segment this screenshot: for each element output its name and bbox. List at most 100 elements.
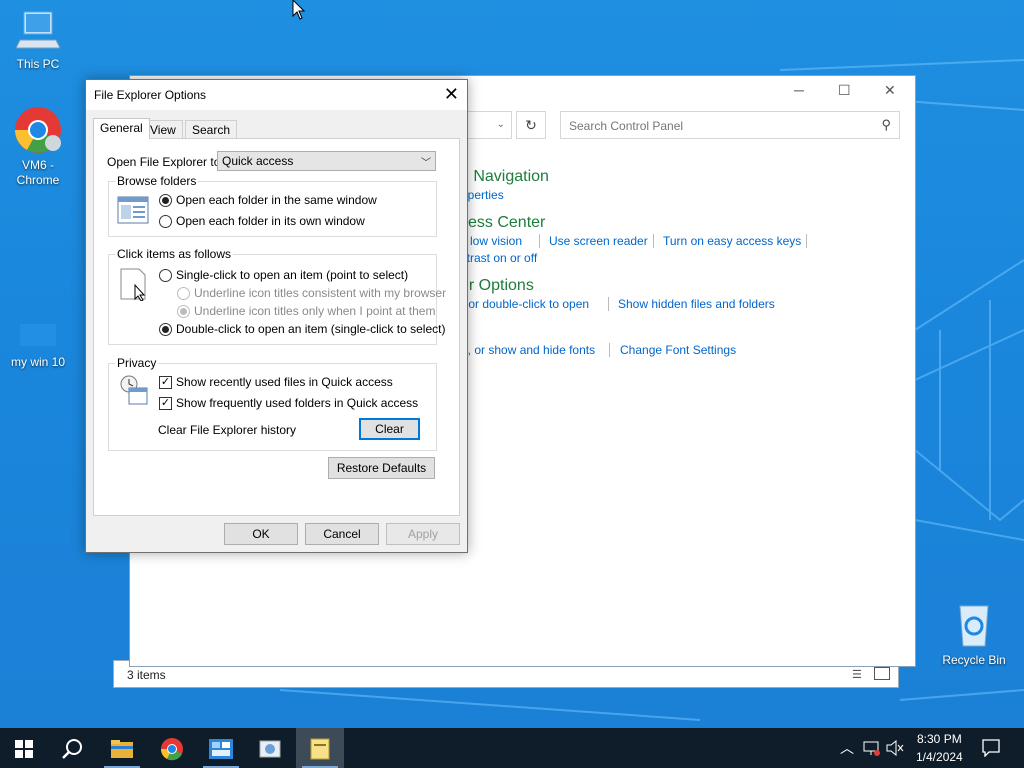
file-explorer-options-dialog[interactable]: File Explorer Options ✕ General View Sea… <box>85 79 468 553</box>
radio-underline-browser[interactable]: Underline icon titles consistent with my… <box>177 286 447 301</box>
close-icon[interactable]: ✕ <box>444 84 459 105</box>
taskbar-file-explorer-options[interactable] <box>296 728 344 768</box>
radio-single-click[interactable]: Single-click to open an item (point to s… <box>159 268 409 283</box>
radio-label: Underline icon titles consistent with my… <box>194 286 447 300</box>
folder-icon <box>111 740 133 759</box>
desktop-icon-this-pc[interactable]: This PC <box>0 10 76 72</box>
radio-double-click[interactable]: Double-click to open an item (single-cli… <box>159 322 446 337</box>
large-icons-view-icon[interactable] <box>874 667 890 680</box>
details-view-icon[interactable]: ☰ <box>852 668 862 681</box>
apply-button[interactable]: Apply <box>386 523 460 545</box>
checkbox-recent-files[interactable]: ✓ Show recently used files in Quick acces… <box>159 375 393 390</box>
clock-date[interactable]: 1/4/2024 <box>916 750 963 764</box>
open-explorer-value: Quick access <box>222 154 294 168</box>
desktop-icon-label: Recycle Bin <box>942 653 1006 667</box>
radio-label: Underline icon titles only when I point … <box>194 304 436 318</box>
desktop-icon-label: This PC <box>16 57 60 71</box>
taskbar-chrome[interactable] <box>148 728 196 768</box>
separator <box>806 234 807 248</box>
folder-options-icon <box>310 738 330 760</box>
tab-general[interactable]: General <box>93 118 150 139</box>
clear-history-label: Clear File Explorer history <box>158 423 297 437</box>
dialog-title: File Explorer Options <box>94 88 207 102</box>
search-icon: ⚲ <box>881 117 891 132</box>
taskbar-file-explorer[interactable] <box>98 728 146 768</box>
link-low-vision[interactable]: e low vision <box>460 234 522 248</box>
desktop-icon-recycle-bin[interactable]: Recycle Bin <box>936 600 1012 668</box>
heading-explorer-options[interactable]: er Options <box>460 277 534 295</box>
taskbar-control-panel[interactable] <box>197 728 245 768</box>
computer-icon <box>15 11 61 49</box>
link-screen-reader[interactable]: Use screen reader <box>549 234 648 248</box>
link-easy-access-keys[interactable]: Turn on easy access keys <box>663 234 801 248</box>
radio-label: Single-click to open an item (point to s… <box>176 268 409 282</box>
taskbar: ︿ 8:30 PM 1/4/2024 <box>0 728 1024 768</box>
shortcut-icon <box>20 324 56 346</box>
refresh-icon[interactable]: ↻ <box>516 111 546 139</box>
maximize-icon[interactable]: ☐ <box>838 82 851 99</box>
checkbox[interactable]: ✓ <box>159 376 172 390</box>
checkbox[interactable]: ✓ <box>159 397 172 411</box>
link-click-open[interactable]: - or double-click to open <box>461 297 589 311</box>
desktop-icon-chrome[interactable]: VM6 - Chrome <box>0 105 76 188</box>
radio-same-window[interactable]: Open each folder in the same window <box>159 193 377 208</box>
browse-folders-legend: Browse folders <box>115 174 199 188</box>
heading-access-center[interactable]: cess Center <box>460 214 545 232</box>
tab-search[interactable]: Search <box>185 120 238 139</box>
radio-label: Double-click to open an item (single-cli… <box>176 322 446 336</box>
chevron-down-icon: ﹀ <box>421 158 431 169</box>
radio-button[interactable] <box>159 323 172 337</box>
mouse-cursor-icon <box>292 0 306 20</box>
control-panel-icon <box>209 739 233 760</box>
search-placeholder: Search Control Panel <box>569 119 684 133</box>
radio-button[interactable] <box>159 269 172 283</box>
desktop-icon-label: VM6 - Chrome <box>16 158 60 187</box>
link-hidden-files[interactable]: Show hidden files and folders <box>618 297 775 311</box>
checkbox-frequent-folders[interactable]: ✓ Show frequently used folders in Quick a… <box>159 396 418 411</box>
link-fonts[interactable]: e, or show and hide fonts <box>461 343 595 357</box>
folder-window-icon <box>117 196 149 224</box>
open-explorer-select[interactable]: Quick access ﹀ <box>217 151 436 171</box>
radio-own-window[interactable]: Open each folder in its own window <box>159 214 365 229</box>
link-font-settings[interactable]: Change Font Settings <box>620 343 736 357</box>
cursor-page-icon <box>120 268 146 301</box>
separator <box>608 297 609 311</box>
open-explorer-label: Open File Explorer to: <box>107 155 224 169</box>
desktop-icon-label: my win 10 <box>10 355 66 369</box>
general-tab-panel: Open File Explorer to: Quick access ﹀ Br… <box>93 138 460 516</box>
minimize-icon[interactable]: ─ <box>794 82 804 98</box>
privacy-legend: Privacy <box>115 356 159 370</box>
radio-button[interactable] <box>177 287 190 301</box>
radio-button[interactable] <box>159 194 172 208</box>
dialog-title-bar[interactable]: File Explorer Options ✕ <box>86 80 467 110</box>
network-icon[interactable] <box>862 740 880 756</box>
separator <box>653 234 654 248</box>
radio-button[interactable] <box>177 305 190 319</box>
close-icon[interactable]: ✕ <box>884 82 896 99</box>
cancel-button[interactable]: Cancel <box>305 523 379 545</box>
radio-button[interactable] <box>159 215 172 229</box>
restore-defaults-button[interactable]: Restore Defaults <box>328 457 435 479</box>
search-icon <box>62 739 82 760</box>
chevron-up-icon[interactable]: ︿ <box>840 738 854 758</box>
heading-navigation[interactable]: d Navigation <box>460 168 549 186</box>
desktop-icon-my-win-10[interactable]: my win 10 <box>0 320 76 370</box>
radio-underline-point[interactable]: Underline icon titles only when I point … <box>177 304 436 319</box>
clock-files-icon <box>120 375 148 405</box>
notification-icon[interactable] <box>982 739 1000 757</box>
settings-app-icon <box>259 740 281 758</box>
search-button[interactable] <box>48 728 96 768</box>
volume-muted-icon[interactable] <box>886 740 904 756</box>
click-items-group: Click items as follows Single-click to o… <box>108 247 446 345</box>
separator <box>609 343 610 357</box>
ok-button[interactable]: OK <box>224 523 298 545</box>
chrome-icon <box>160 738 183 761</box>
taskbar-app[interactable] <box>246 728 294 768</box>
clock-time[interactable]: 8:30 PM <box>917 732 962 746</box>
start-button[interactable] <box>0 728 48 768</box>
windows-logo-icon <box>15 740 33 759</box>
clear-button[interactable]: Clear <box>359 418 420 440</box>
search-input[interactable]: Search Control Panel ⚲ <box>560 111 900 139</box>
click-items-legend: Click items as follows <box>115 247 234 261</box>
link-contrast[interactable]: ntrast on or off <box>460 251 537 265</box>
